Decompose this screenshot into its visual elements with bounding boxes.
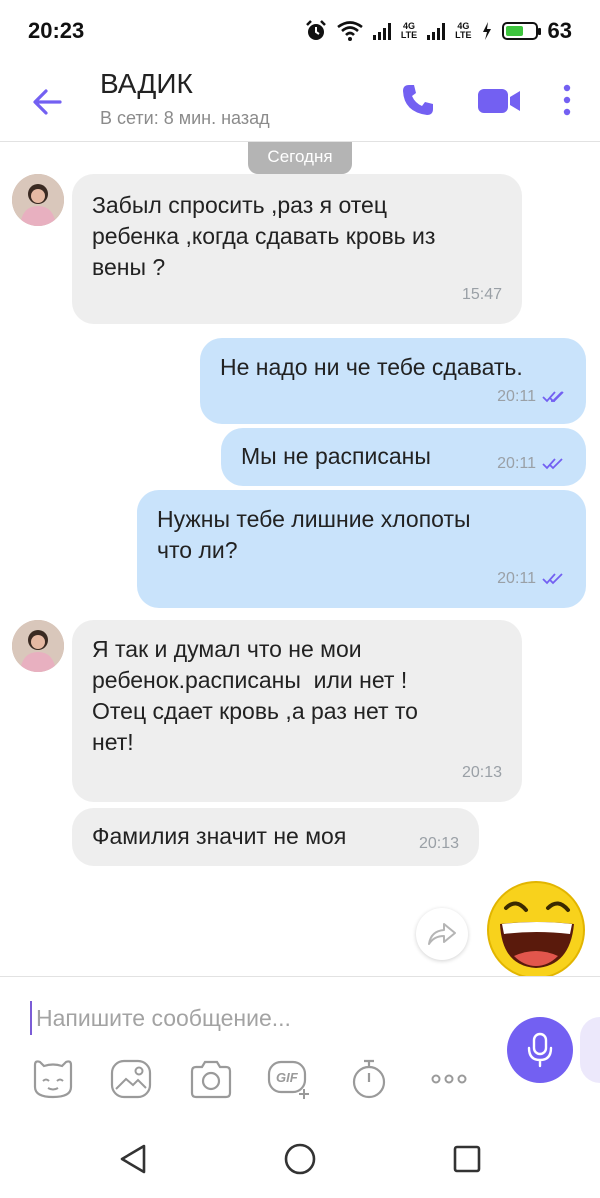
battery-fill xyxy=(505,26,524,36)
message-time: 20:11 xyxy=(497,381,568,412)
message-time: 20:11 xyxy=(497,448,568,479)
message-text: Я так и думал что не мои ребенок.расписа… xyxy=(92,636,418,755)
forward-arrow-icon xyxy=(428,923,456,945)
message-time: 20:13 xyxy=(419,828,459,859)
battery-percent: 63 xyxy=(547,18,572,43)
message-text: Фамилия значит не моя xyxy=(92,823,347,849)
message-time-text: 20:13 xyxy=(461,764,502,781)
camera-icon[interactable] xyxy=(188,1057,234,1101)
message-time-text: 15:47 xyxy=(461,286,502,303)
message-input[interactable] xyxy=(30,1001,480,1035)
message-bubble-outgoing[interactable]: Мы не расписаны 20:11 xyxy=(221,428,586,486)
message-text: Мы не расписаны xyxy=(241,443,431,469)
avatar-photo xyxy=(12,174,64,226)
signal-icon-2 xyxy=(427,22,446,40)
nav-home-icon[interactable] xyxy=(283,1142,317,1176)
chat-header: ВАДИК В сети: 8 мин. назад xyxy=(0,62,600,142)
avatar-photo xyxy=(12,620,64,672)
avatar[interactable] xyxy=(12,174,64,226)
message-bubble-incoming[interactable]: Я так и думал что не мои ребенок.расписа… xyxy=(72,620,522,802)
message-bubble-incoming[interactable]: Фамилия значит не моя 20:13 xyxy=(72,808,479,866)
gif-label: GIF xyxy=(276,1070,298,1085)
timer-icon[interactable] xyxy=(346,1057,392,1101)
message-text: Забыл спросить ,раз я отец ребенка ,когд… xyxy=(92,192,436,280)
wifi-icon xyxy=(337,21,363,41)
mic-button-shadow xyxy=(580,1017,600,1083)
back-arrow-icon[interactable] xyxy=(28,82,68,122)
message-time-text: 20:11 xyxy=(497,570,536,587)
microphone-icon xyxy=(527,1032,553,1068)
signal-icon-1 xyxy=(372,22,391,40)
status-time: 20:23 xyxy=(28,18,85,43)
more-attachments-icon[interactable] xyxy=(426,1057,472,1101)
contact-status: В сети: 8 мин. назад xyxy=(100,108,270,128)
gallery-icon[interactable] xyxy=(108,1057,154,1101)
date-separator: Сегодня xyxy=(248,142,352,174)
voice-message-button[interactable] xyxy=(507,1017,573,1083)
double-check-icon xyxy=(542,390,564,402)
network-label-2: 4G LTE xyxy=(455,22,471,40)
battery-icon xyxy=(501,22,541,40)
message-composer: GIF xyxy=(0,976,600,1100)
message-time: 20:13 xyxy=(462,757,502,788)
status-bar: 20:23 4G LTE 4G LTE 63 xyxy=(0,0,600,62)
network-label-1: 4G LTE xyxy=(401,22,417,40)
message-time-text: 20:13 xyxy=(418,835,459,852)
forward-button[interactable] xyxy=(416,908,468,960)
message-bubble-incoming[interactable]: Забыл спросить ,раз я отец ребенка ,когд… xyxy=(72,174,522,324)
video-call-icon[interactable] xyxy=(476,84,522,118)
double-check-icon xyxy=(542,572,563,584)
gif-button[interactable]: GIF xyxy=(266,1057,312,1101)
charging-icon xyxy=(482,22,491,40)
message-time: 15:47 xyxy=(462,279,502,310)
message-time: 20:11 xyxy=(497,563,568,594)
double-check-icon xyxy=(542,457,563,469)
phone-call-icon[interactable] xyxy=(400,82,436,118)
status-icons: 4G LTE 4G LTE 63 xyxy=(305,18,572,44)
contact-name[interactable]: ВАДИК xyxy=(100,68,193,100)
message-bubble-outgoing[interactable]: Нужны тебе лишние хлопоты что ли? 20:11 xyxy=(137,490,586,608)
more-options-icon[interactable] xyxy=(560,80,574,120)
message-time-text: 20:11 xyxy=(497,388,536,405)
network-sub-2: LTE xyxy=(455,30,472,40)
nav-recents-icon[interactable] xyxy=(450,1142,484,1176)
network-sub-1: LTE xyxy=(400,30,418,40)
sticker-icon[interactable] xyxy=(30,1057,76,1101)
message-text: Нужны тебе лишние хлопоты что ли? xyxy=(157,506,471,563)
nav-back-icon[interactable] xyxy=(116,1142,150,1176)
message-time-text: 20:11 xyxy=(497,455,536,472)
alarm-icon xyxy=(305,20,326,40)
laughing-emoji-sticker[interactable] xyxy=(486,880,590,980)
system-nav-bar xyxy=(0,1120,600,1198)
message-text: Не надо ни че тебе сдавать. xyxy=(220,354,523,380)
avatar[interactable] xyxy=(12,620,64,672)
message-bubble-outgoing[interactable]: Не надо ни че тебе сдавать. 20:11 xyxy=(200,338,586,424)
